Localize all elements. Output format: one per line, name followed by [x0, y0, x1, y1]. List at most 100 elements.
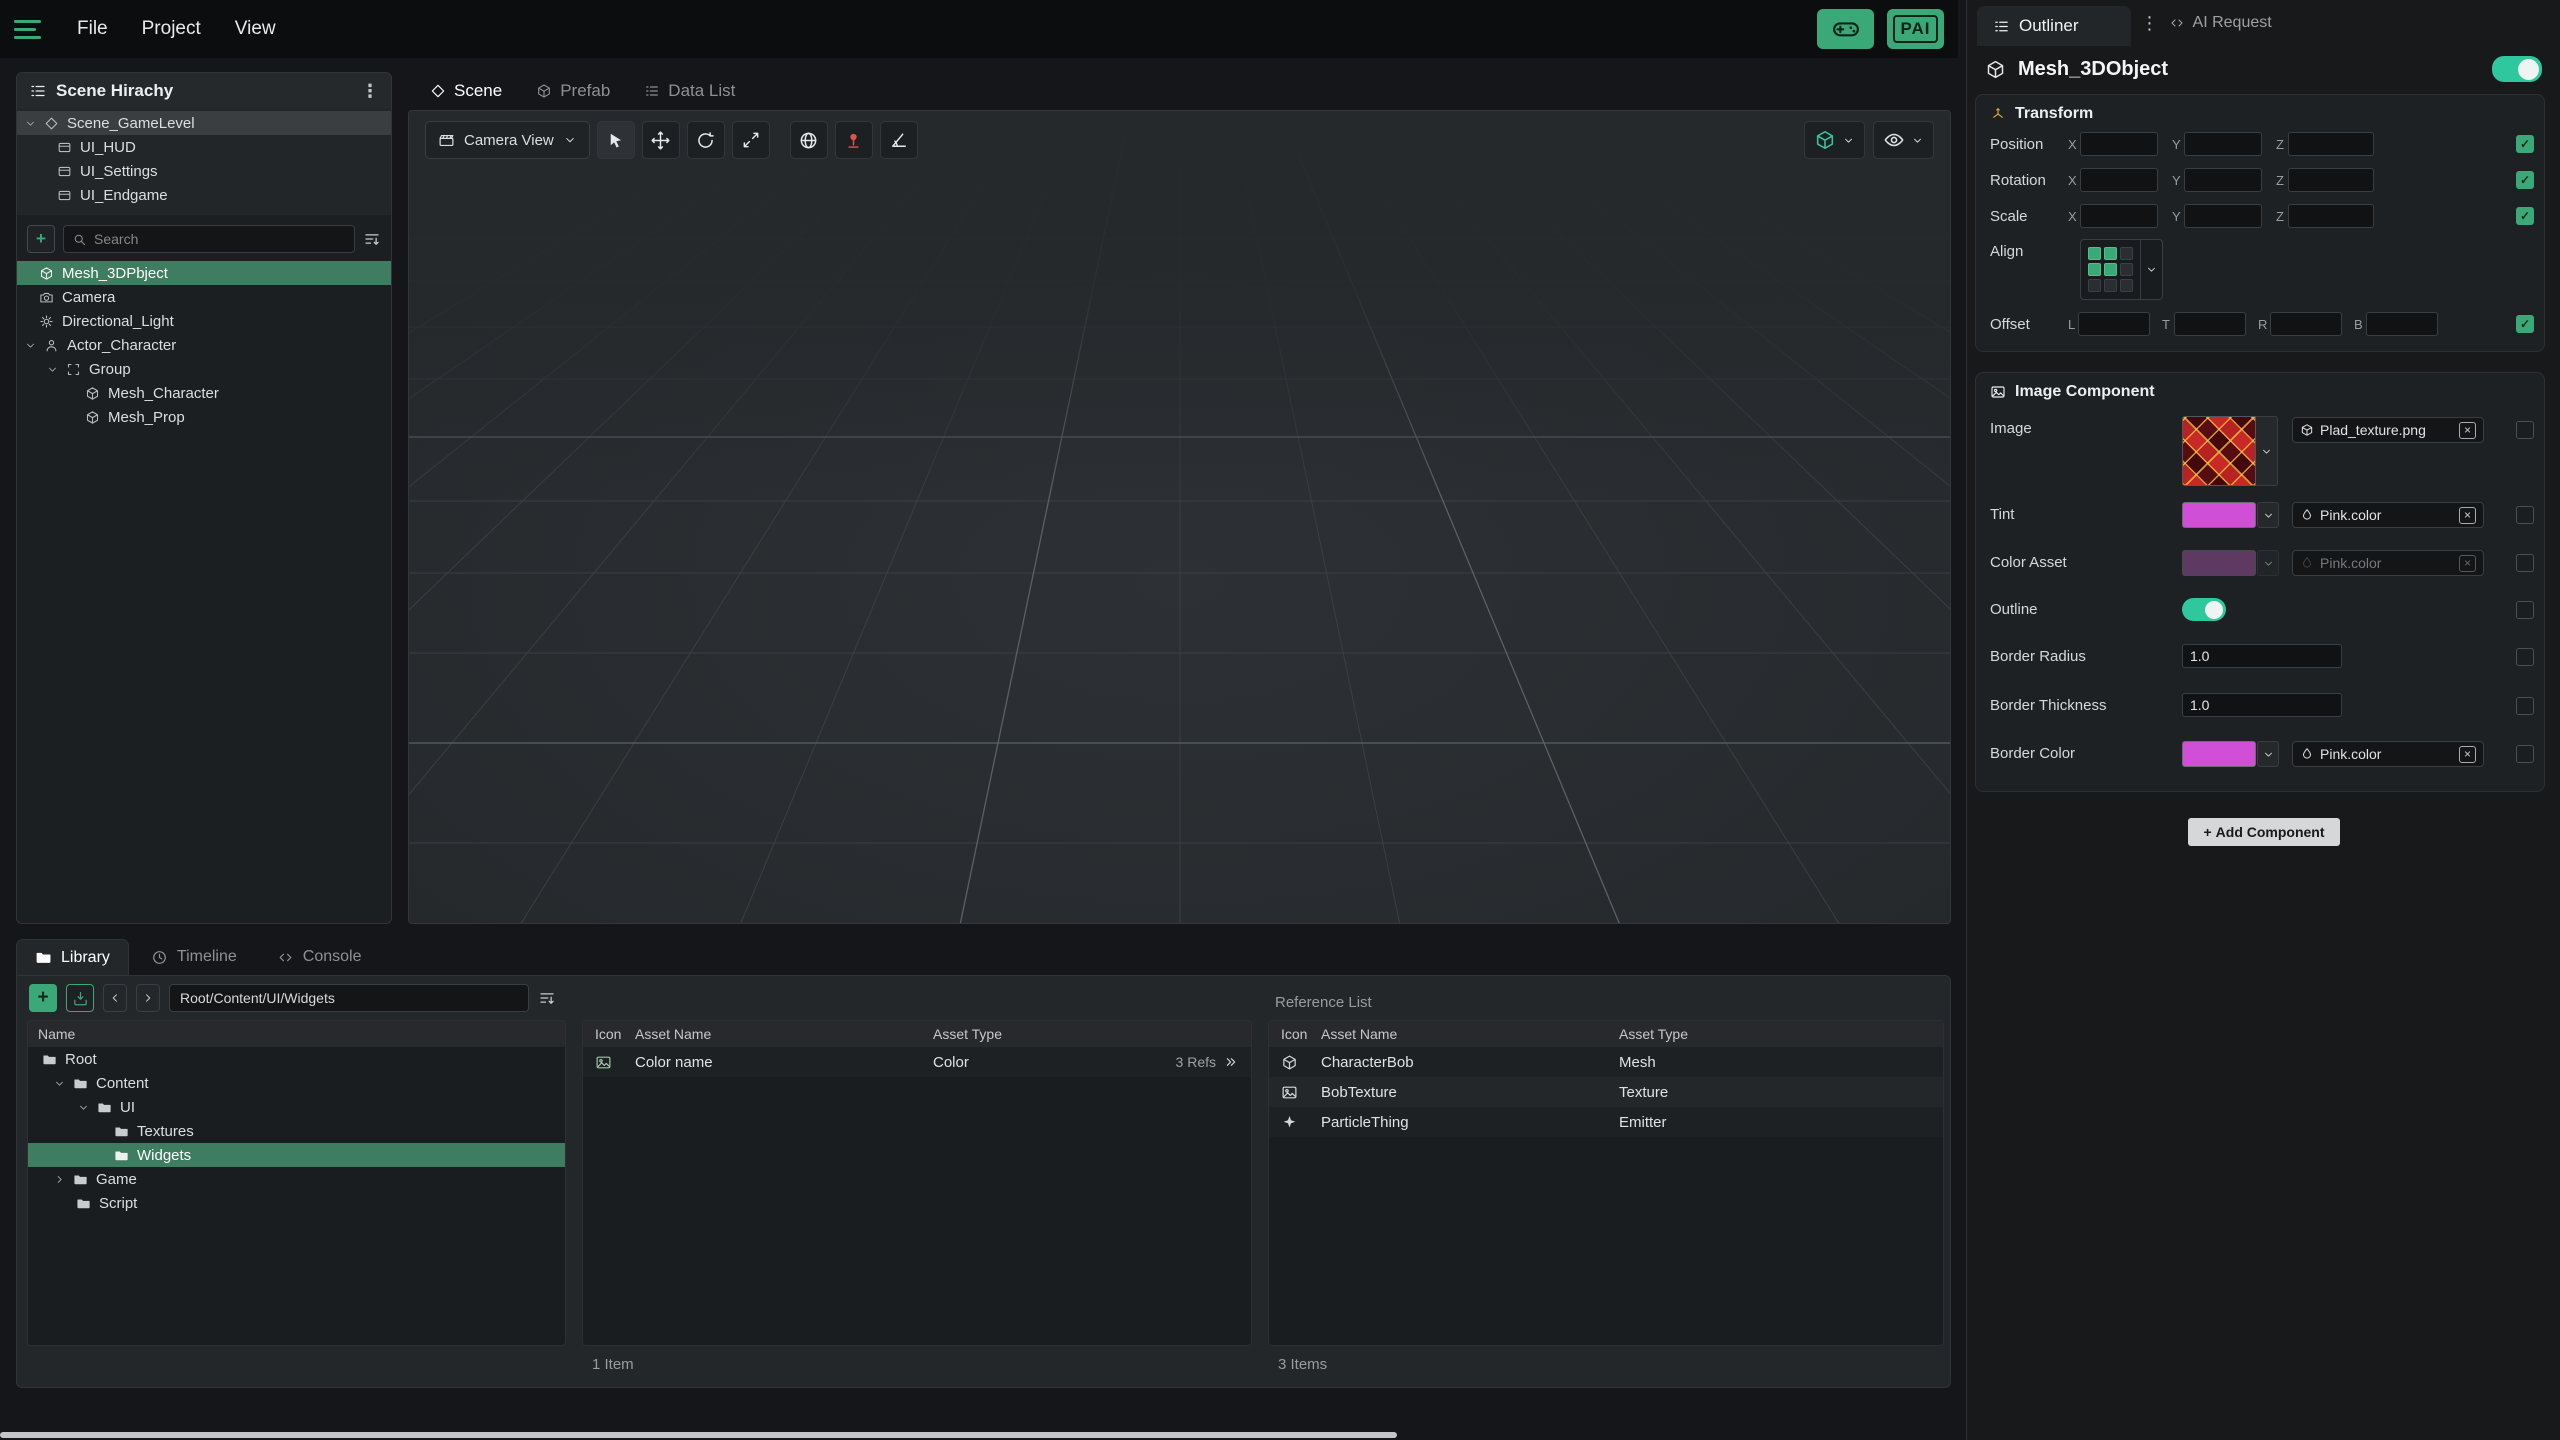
reference-row[interactable]: ParticleThing Emitter — [1269, 1107, 1943, 1137]
play-game-button[interactable] — [1817, 9, 1874, 49]
search-input[interactable] — [94, 231, 346, 247]
offset-b-input[interactable] — [2366, 312, 2438, 336]
outliner-menu-button[interactable]: ⋮ — [2141, 13, 2159, 34]
color-asset-dropdown-button[interactable] — [2257, 550, 2279, 576]
tint-checkbox[interactable] — [2516, 506, 2534, 524]
clear-image-button[interactable]: × — [2459, 421, 2476, 439]
scale-tool-button[interactable] — [731, 121, 770, 159]
filter-button[interactable] — [363, 230, 381, 248]
scale-x-input[interactable] — [2080, 204, 2158, 228]
rotation-x-input[interactable] — [2080, 168, 2158, 192]
reference-row[interactable]: BobTexture Texture — [1269, 1077, 1943, 1107]
border-radius-checkbox[interactable] — [2516, 648, 2534, 666]
tree-row[interactable]: Mesh_3DPbject — [17, 261, 391, 285]
rotation-y-input[interactable] — [2184, 168, 2262, 192]
visibility-dropdown[interactable] — [1873, 121, 1934, 159]
offset-checkbox[interactable]: ✓ — [2516, 315, 2534, 333]
position-x-input[interactable] — [2080, 132, 2158, 156]
rotate-tool-button[interactable] — [686, 121, 725, 159]
menu-file[interactable]: File — [60, 10, 125, 48]
tree-row[interactable]: Mesh_Prop — [17, 405, 391, 429]
align-dropdown[interactable] — [2080, 238, 2163, 300]
clear-tint-button[interactable]: × — [2459, 506, 2476, 524]
tint-dropdown-button[interactable] — [2257, 502, 2279, 528]
add-object-button[interactable]: + — [27, 225, 55, 253]
tree-row[interactable]: Mesh_Character — [17, 381, 391, 405]
border-thickness-checkbox[interactable] — [2516, 697, 2534, 715]
offset-l-input[interactable] — [2078, 312, 2150, 336]
outline-toggle[interactable] — [2182, 598, 2226, 621]
tab-library[interactable]: Library — [16, 939, 129, 975]
tree-row[interactable]: Camera — [17, 285, 391, 309]
border-radius-input[interactable] — [2182, 644, 2342, 668]
folder-row[interactable]: Root — [28, 1047, 565, 1071]
position-z-input[interactable] — [2288, 132, 2374, 156]
border-thickness-input[interactable] — [2182, 693, 2342, 717]
library-filter-button[interactable] — [538, 989, 556, 1007]
tint-asset-field[interactable]: Pink.color × — [2292, 502, 2484, 528]
tab-outliner[interactable]: Outliner — [1977, 6, 2131, 46]
outline-checkbox[interactable] — [2516, 601, 2534, 619]
folder-row[interactable]: Game — [28, 1167, 565, 1191]
expand-refs-icon[interactable] — [1223, 1054, 1239, 1070]
menu-project[interactable]: Project — [125, 10, 218, 48]
reference-row[interactable]: CharacterBob Mesh — [1269, 1047, 1943, 1077]
folder-row[interactable]: Content — [28, 1071, 565, 1095]
tree-row[interactable]: Scene_GameLevel — [17, 111, 391, 135]
tree-row[interactable]: UI_Settings — [17, 159, 391, 183]
tab-scene[interactable]: Scene — [416, 74, 516, 108]
folder-row-selected[interactable]: Widgets — [28, 1143, 565, 1167]
hamburger-menu-icon[interactable] — [14, 14, 44, 44]
image-thumbnail[interactable] — [2182, 416, 2256, 486]
image-dropdown-button[interactable] — [2256, 416, 2278, 486]
asset-row[interactable]: Color name Color 3 Refs — [583, 1047, 1251, 1077]
perspective-dropdown[interactable] — [1804, 121, 1865, 159]
folder-row[interactable]: Script — [28, 1191, 565, 1215]
rotation-checkbox[interactable]: ✓ — [2516, 171, 2534, 189]
move-tool-button[interactable] — [641, 121, 680, 159]
clear-border-color-button[interactable]: × — [2459, 745, 2476, 763]
tree-row[interactable]: Group — [17, 357, 391, 381]
select-tool-button[interactable] — [596, 121, 635, 159]
offset-t-input[interactable] — [2174, 312, 2246, 336]
position-y-input[interactable] — [2184, 132, 2262, 156]
position-checkbox[interactable]: ✓ — [2516, 135, 2534, 153]
menu-view[interactable]: View — [218, 10, 293, 48]
angle-tool-button[interactable] — [879, 121, 918, 159]
border-color-swatch[interactable] — [2182, 741, 2256, 767]
scale-checkbox[interactable]: ✓ — [2516, 207, 2534, 225]
tree-row[interactable]: Directional_Light — [17, 309, 391, 333]
scale-z-input[interactable] — [2288, 204, 2374, 228]
tab-prefab[interactable]: Prefab — [522, 74, 624, 108]
scale-y-input[interactable] — [2184, 204, 2262, 228]
border-color-checkbox[interactable] — [2516, 745, 2534, 763]
tree-row[interactable]: Actor_Character — [17, 333, 391, 357]
image-checkbox[interactable] — [2516, 421, 2534, 439]
nav-back-button[interactable] — [103, 984, 127, 1012]
offset-r-input[interactable] — [2270, 312, 2342, 336]
folder-row[interactable]: UI — [28, 1095, 565, 1119]
tab-ai-request[interactable]: AI Request — [2169, 14, 2272, 32]
tab-console[interactable]: Console — [259, 939, 380, 975]
color-asset-field[interactable]: Pink.color × — [2292, 550, 2484, 576]
color-asset-swatch[interactable] — [2182, 550, 2256, 576]
camera-view-dropdown[interactable]: Camera View — [425, 121, 590, 159]
tree-row[interactable]: UI_Endgame — [17, 183, 391, 207]
gamepad-preview-button[interactable] — [834, 121, 873, 159]
color-asset-checkbox[interactable] — [2516, 554, 2534, 572]
object-enabled-toggle[interactable] — [2492, 56, 2542, 82]
scene-viewport[interactable]: Camera View — [408, 110, 1951, 924]
folder-row[interactable]: Textures — [28, 1119, 565, 1143]
add-asset-button[interactable]: + — [29, 984, 57, 1012]
path-breadcrumb-input[interactable] — [169, 984, 529, 1012]
grid-snap-button[interactable] — [789, 121, 828, 159]
rotation-z-input[interactable] — [2288, 168, 2374, 192]
tab-timeline[interactable]: Timeline — [133, 939, 255, 975]
clear-color-asset-button[interactable]: × — [2459, 554, 2476, 572]
tint-color-swatch[interactable] — [2182, 502, 2256, 528]
horizontal-scrollbar[interactable] — [0, 1432, 1397, 1438]
tree-row[interactable]: UI_HUD — [17, 135, 391, 159]
border-color-dropdown-button[interactable] — [2257, 741, 2279, 767]
border-color-asset-field[interactable]: Pink.color × — [2292, 741, 2484, 767]
image-asset-field[interactable]: Plad_texture.png × — [2292, 417, 2484, 443]
